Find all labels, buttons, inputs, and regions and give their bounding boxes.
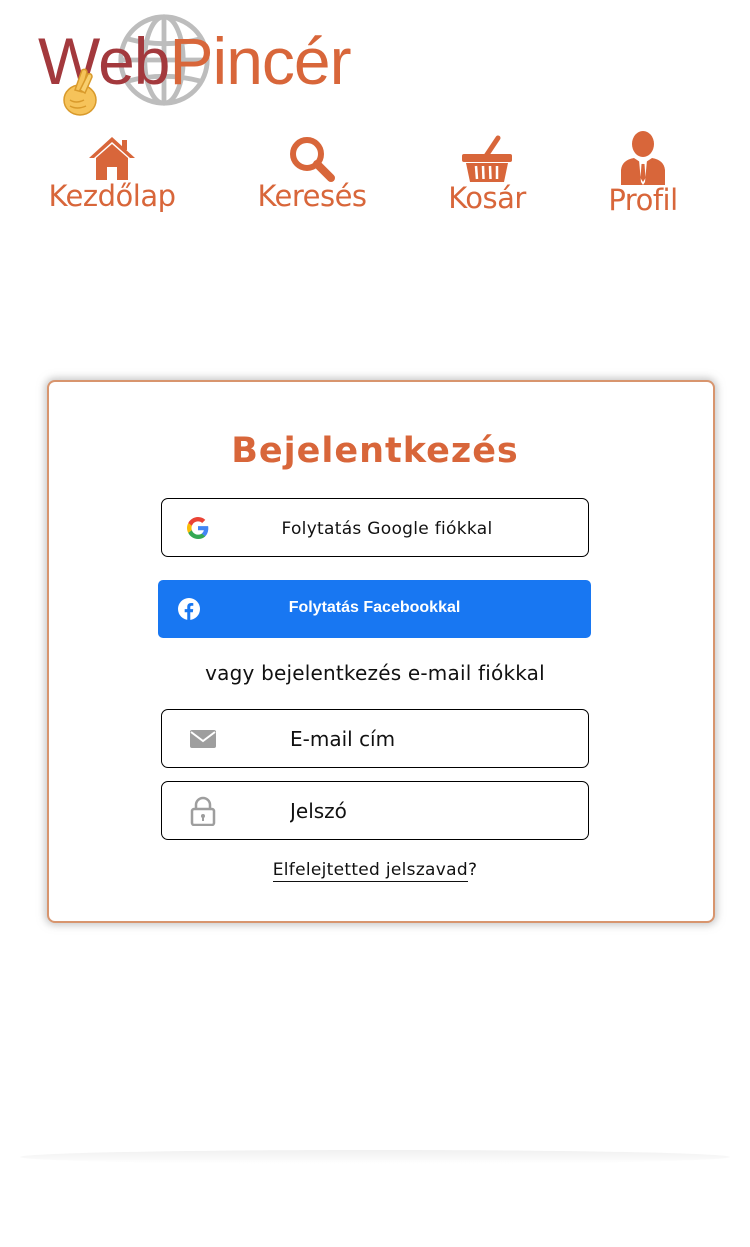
facebook-login-label: Folytatás Facebookkal — [288, 599, 461, 616]
nav-label-search: Keresés — [257, 179, 367, 213]
home-icon — [89, 137, 135, 180]
search-icon — [290, 137, 335, 182]
password-input[interactable] — [290, 796, 570, 826]
nav-item-search[interactable]: Keresés — [254, 134, 370, 211]
logo[interactable]: WebPincér — [38, 10, 352, 120]
forgot-password-suffix: ? — [467, 860, 478, 880]
nav-item-home[interactable]: Kezdőlap — [44, 134, 180, 211]
email-login-divider: vagy bejelentkezés e-mail fiókkal — [205, 661, 545, 685]
forgot-password: Elfelejtetted jelszavad? — [0, 860, 750, 882]
password-field[interactable] — [161, 781, 589, 840]
basket-icon — [462, 135, 512, 182]
user-icon — [621, 131, 665, 185]
nav-label-home: Kezdőlap — [48, 179, 176, 213]
nav-item-cart[interactable]: Kosár — [442, 134, 532, 213]
nav-item-profile[interactable]: Profil — [600, 130, 686, 215]
email-field[interactable] — [161, 709, 589, 768]
logo-text-pincer: Pincér — [169, 24, 352, 98]
lock-icon — [190, 796, 216, 826]
nav-label-cart: Kosár — [448, 181, 526, 215]
crossed-fingers-icon — [63, 68, 97, 116]
forgot-password-link[interactable]: Elfelejtetted jelszavad — [272, 860, 468, 882]
nav-label-profile: Profil — [608, 183, 678, 217]
login-title: Bejelentkezés — [231, 431, 519, 471]
google-login-label: Folytatás Google fiókkal — [281, 519, 493, 539]
mail-icon — [190, 730, 216, 748]
facebook-login-button[interactable]: Folytatás Facebookkal — [158, 580, 591, 638]
footer-divider — [20, 1150, 730, 1164]
page: WebPincér Kezdőlap Keresés Kosár Profil … — [0, 0, 750, 1247]
email-input[interactable] — [290, 724, 570, 754]
google-login-button[interactable]: Folytatás Google fiókkal — [161, 498, 589, 557]
